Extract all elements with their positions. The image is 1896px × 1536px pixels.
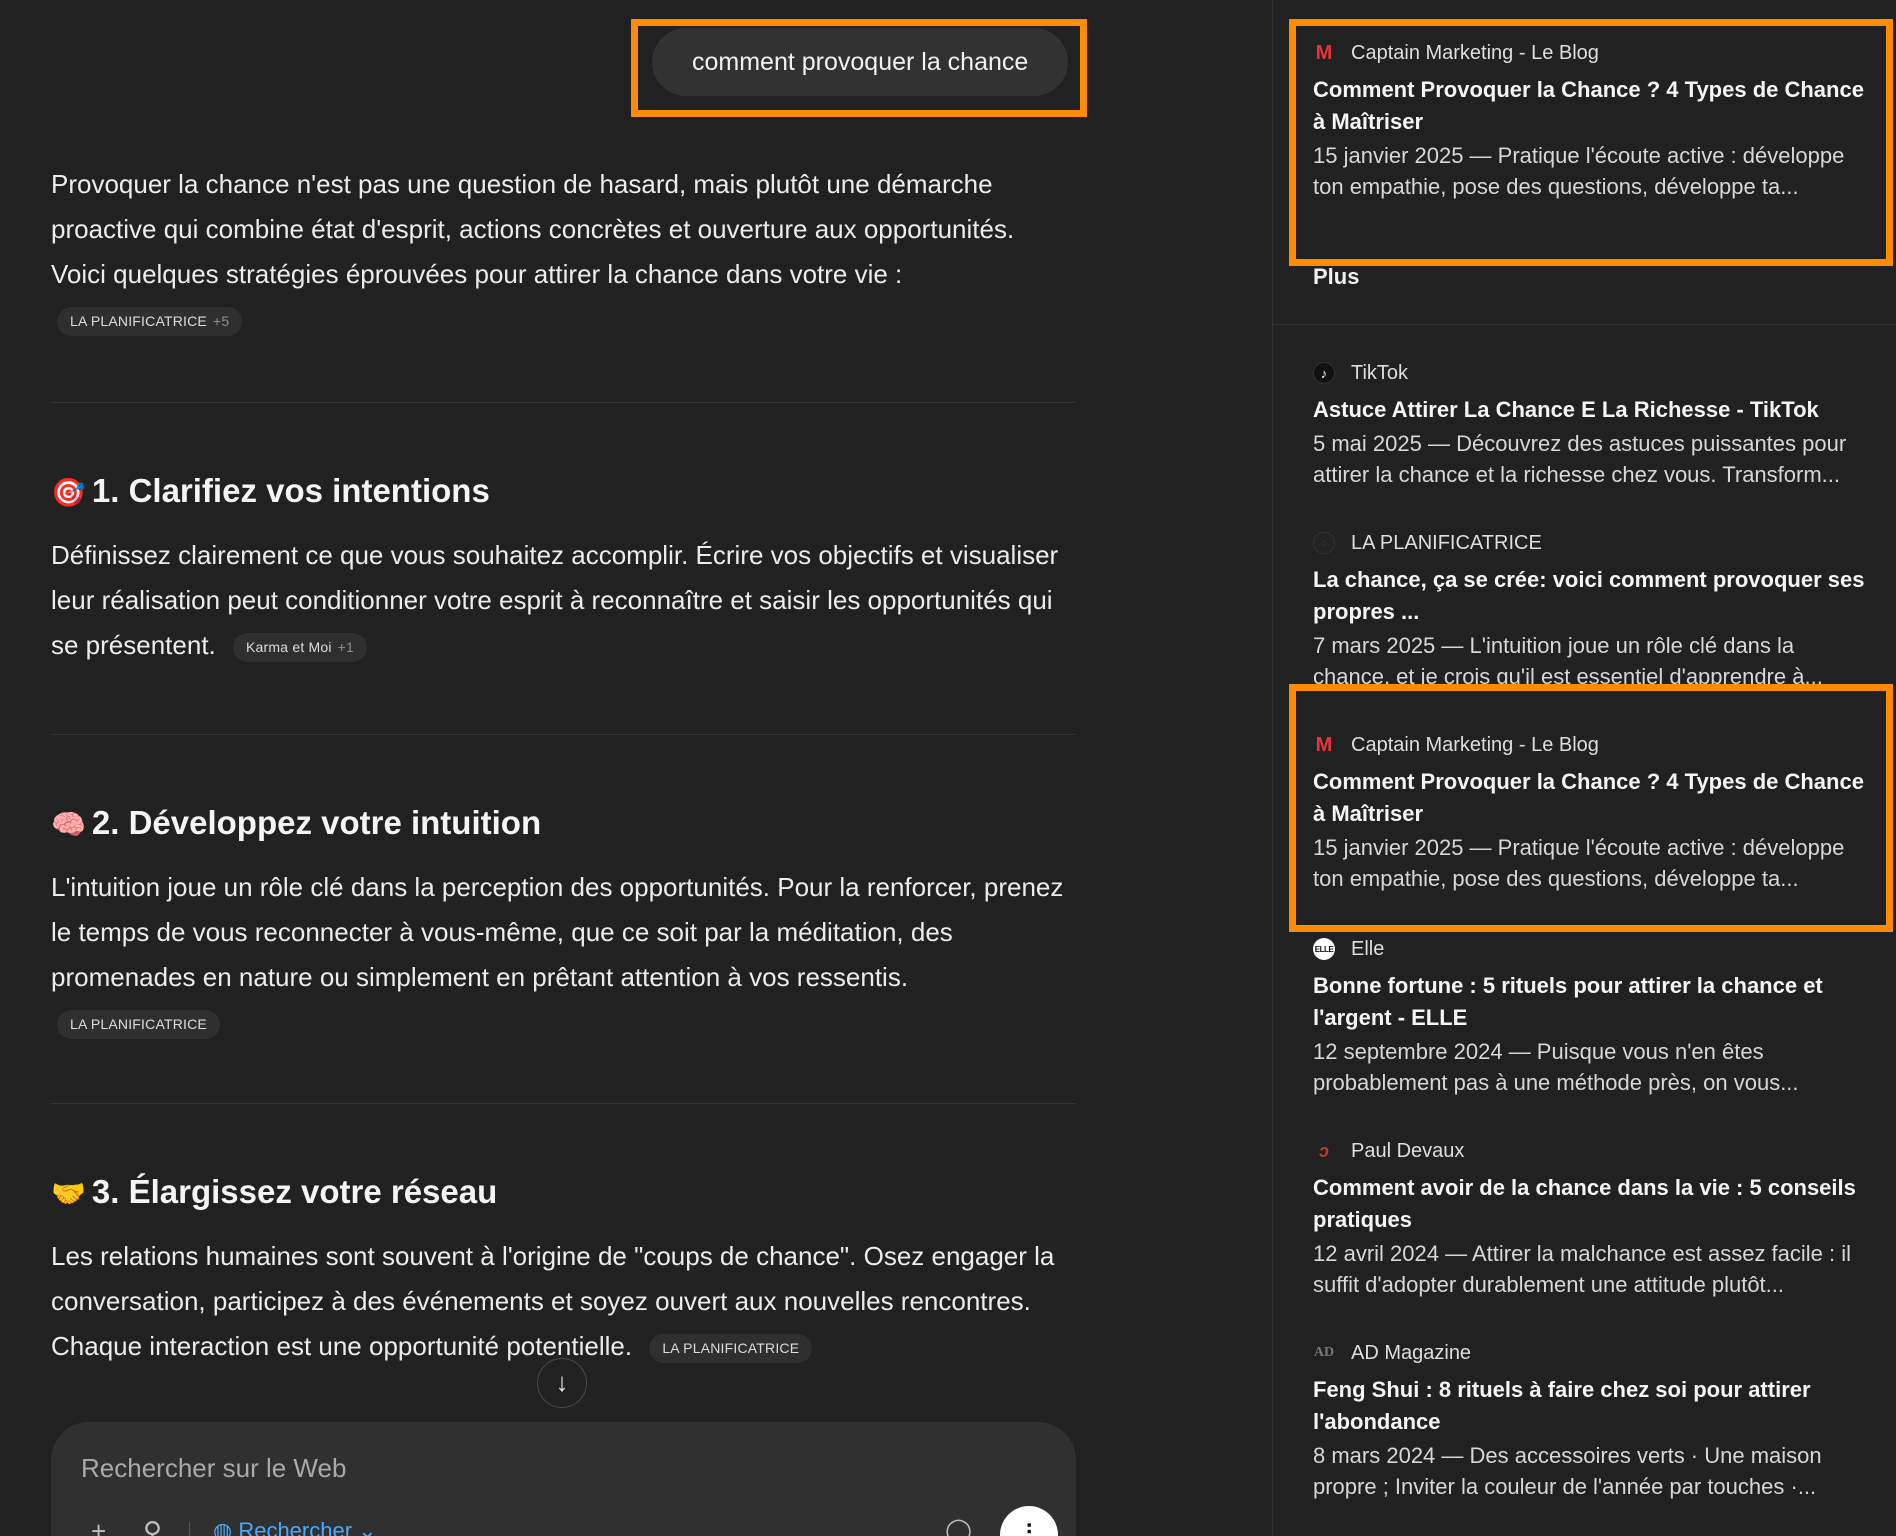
sources-divider: [1273, 324, 1896, 325]
section-title-intuition: 🧠 2. Développez votre intuition: [51, 801, 1076, 847]
citation-chip-label: LA PLANIFICATRICE: [70, 1016, 207, 1032]
citation-chip-count: +1: [337, 638, 355, 655]
source-title: Astuce Attirer La Chance E La Richesse -…: [1313, 397, 1819, 422]
tiktok-logo-icon: ♪: [1313, 362, 1335, 384]
search-mode-label: Rechercher: [238, 1518, 353, 1536]
source-site: AD Magazine: [1351, 1341, 1472, 1364]
source-item[interactable]: ↄ Paul Devaux Comment avoir de la chance…: [1313, 1136, 1873, 1300]
source-title: Comment avoir de la chance dans la vie :…: [1313, 1175, 1856, 1232]
section-text-intuition: L'intuition joue un rôle clé dans la per…: [51, 872, 1064, 992]
elle-logo-icon: ELLE: [1313, 938, 1335, 960]
section-text-network: Les relations humaines sont souvent à l'…: [51, 1234, 1076, 1369]
source-snippet: 8 mars 2024 — Des accessoires verts · Un…: [1313, 1443, 1822, 1499]
voice-mode-button[interactable]: ⫶: [1000, 1506, 1058, 1536]
globe-icon: ◍: [213, 1518, 233, 1536]
section-divider: [51, 1103, 1076, 1104]
target-icon: 🎯: [51, 477, 86, 508]
settings-icon[interactable]: ⚲: [143, 1516, 162, 1536]
source-snippet: 12 avril 2024 — Attirer la malchance est…: [1313, 1241, 1852, 1297]
assistant-answer: Provoquer la chance n'est pas une questi…: [51, 162, 1076, 1369]
handshake-icon: 🤝: [51, 1178, 86, 1209]
citation-chip-label: Karma et Moi: [246, 638, 332, 655]
section-divider: [51, 734, 1076, 735]
microphone-icon[interactable]: ◯: [945, 1516, 972, 1536]
paul-devaux-logo-icon: ↄ: [1318, 1140, 1329, 1161]
ad-magazine-logo-icon: AD: [1313, 1345, 1335, 1360]
citation-chip-label: LA PLANIFICATRICE: [662, 1339, 800, 1356]
section-title-intentions: 🎯 1. Clarifiez vos intentions: [51, 469, 1076, 515]
message-composer: + ⚲ ◍ Rechercher ⌄ ◯ ⫶: [51, 1422, 1076, 1536]
source-site: Captain Marketing - Le Blog: [1351, 41, 1599, 64]
citation-chip[interactable]: Karma et Moi +1: [233, 632, 368, 662]
waveform-icon: ⫶: [1026, 1520, 1032, 1536]
citation-chip-count: +5: [212, 313, 230, 329]
source-site: LA PLANIFICATRICE: [1351, 531, 1542, 554]
section-title-network: 🤝 3. Élargissez votre réseau: [51, 1170, 1076, 1216]
section-text-intentions: Définissez clairement ce que vous souhai…: [51, 533, 1076, 668]
toolbar-separator: [189, 1522, 190, 1536]
source-snippet: 5 mai 2025 — Découvrez des astuces puiss…: [1313, 431, 1847, 487]
section-paragraph: Les relations humaines sont souvent à l'…: [51, 1241, 1055, 1361]
source-item[interactable]: M Captain Marketing - Le Blog Comment Pr…: [1313, 730, 1873, 894]
source-item[interactable]: M Captain Marketing - Le Blog Comment Pr…: [1313, 38, 1873, 202]
source-title: Comment Provoquer la Chance ? 4 Types de…: [1313, 769, 1864, 826]
captain-marketing-logo-icon: M: [1315, 733, 1333, 756]
source-site: Elle: [1351, 937, 1385, 960]
source-item[interactable]: AD AD Magazine Feng Shui : 8 rituels à f…: [1313, 1338, 1873, 1502]
scroll-down-button[interactable]: ↓: [537, 1358, 587, 1408]
citation-chip[interactable]: LA PLANIFICATRICE +5: [57, 307, 243, 336]
captain-marketing-logo-icon: M: [1315, 41, 1333, 64]
section-title-text: 3. Élargissez votre réseau: [91, 1173, 498, 1210]
chat-page: comment provoquer la chance Provoquer la…: [0, 0, 1896, 1536]
source-title: La chance, ça se crée: voici comment pro…: [1313, 567, 1865, 624]
source-snippet: 7 mars 2025 — L'intuition joue un rôle c…: [1313, 633, 1823, 684]
user-query-bubble: comment provoquer la chance: [652, 28, 1069, 96]
composer-input[interactable]: [81, 1448, 981, 1488]
planificatrice-logo-icon: ◌: [1313, 532, 1335, 554]
brain-icon: 🧠: [51, 809, 86, 840]
source-title: Feng Shui : 8 rituels à faire chez soi p…: [1313, 1377, 1811, 1434]
more-sources-link[interactable]: Plus: [1313, 264, 1359, 290]
section-divider: [51, 402, 1076, 403]
source-site: TikTok: [1351, 361, 1409, 384]
source-title: Bonne fortune : 5 rituels pour attirer l…: [1313, 973, 1823, 1030]
citation-chip[interactable]: LA PLANIFICATRICE: [649, 1333, 813, 1363]
source-title: Comment Provoquer la Chance ? 4 Types de…: [1313, 77, 1864, 134]
search-mode-button[interactable]: ◍ Rechercher ⌄: [213, 1518, 377, 1536]
chevron-down-icon: ⌄: [358, 1518, 377, 1536]
sources-panel: M Captain Marketing - Le Blog Comment Pr…: [1272, 0, 1896, 1536]
section-paragraph: Définissez clairement ce que vous souhai…: [51, 540, 1059, 660]
answer-intro: Provoquer la chance n'est pas une questi…: [51, 169, 1015, 289]
source-item[interactable]: ◌ LA PLANIFICATRICE La chance, ça se cré…: [1313, 528, 1873, 684]
source-item[interactable]: ELLE Elle Bonne fortune : 5 rituels pour…: [1313, 934, 1873, 1098]
source-site: Captain Marketing - Le Blog: [1351, 733, 1599, 756]
source-item[interactable]: ♪ TikTok Astuce Attirer La Chance E La R…: [1313, 358, 1873, 490]
source-snippet: 15 janvier 2025 — Pratique l'écoute acti…: [1313, 835, 1845, 891]
source-snippet: 15 janvier 2025 — Pratique l'écoute acti…: [1313, 143, 1845, 199]
arrow-down-icon: ↓: [555, 1367, 569, 1397]
citation-chip-label: LA PLANIFICATRICE: [70, 313, 207, 329]
section-title-text: 1. Clarifiez vos intentions: [91, 472, 490, 509]
source-snippet: 12 septembre 2024 — Puisque vous n'en êt…: [1313, 1039, 1799, 1095]
citation-chip[interactable]: LA PLANIFICATRICE: [57, 1010, 220, 1039]
source-site: Paul Devaux: [1351, 1139, 1465, 1162]
conversation-pane: comment provoquer la chance Provoquer la…: [0, 0, 1272, 1536]
section-title-text: 2. Développez votre intuition: [91, 804, 542, 841]
plus-icon[interactable]: +: [91, 1516, 106, 1536]
